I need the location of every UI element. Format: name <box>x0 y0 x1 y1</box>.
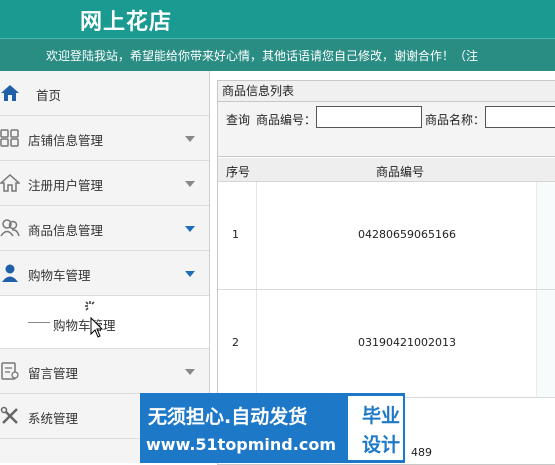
chevron-down-icon <box>185 136 195 142</box>
row-index: 1 <box>232 228 239 241</box>
app-header: 网上花店 <box>0 0 555 38</box>
watermark-url: www.51topmind.com <box>146 435 336 454</box>
sidebar-item-label: 商品信息管理 <box>28 223 104 238</box>
row-index-cell: 2 <box>218 290 256 397</box>
row-code: 04280659065166 <box>358 228 456 241</box>
tools-icon <box>0 406 18 424</box>
house-icon <box>0 173 20 192</box>
notice-bar: 欢迎登陆我站，希望能给你带来好心情，其他话语请您自己修改，谢谢合作！（注 <box>0 38 555 71</box>
sidebar-item-users[interactable]: 注册用户管理 <box>0 161 209 206</box>
sidebar-item-label: 店铺信息管理 <box>28 133 104 148</box>
table-header: 序号 商品编号 <box>218 158 555 182</box>
chevron-down-icon <box>185 226 195 232</box>
product-code-input[interactable] <box>316 106 422 128</box>
search-bar: 查询 商品编号： 商品名称： <box>218 102 555 157</box>
row-extra-cell <box>536 182 555 289</box>
product-table: 序号 商品编号 1 04280659065166 2 0319042100201… <box>218 158 555 398</box>
sidebar-item-label: 留言管理 <box>28 366 79 381</box>
partial-row-code: 489 <box>411 446 432 459</box>
chevron-down-icon <box>185 181 195 187</box>
home-icon <box>1 85 19 101</box>
users-icon <box>0 219 20 237</box>
message-icon <box>1 362 19 380</box>
column-divider <box>256 290 257 397</box>
product-name-input[interactable] <box>485 106 555 128</box>
sidebar-item-label: 注册用户管理 <box>28 178 104 193</box>
row-code: 03190421002013 <box>358 336 456 349</box>
notice-text: 欢迎登陆我站，希望能给你带来好心情，其他话语请您自己修改，谢谢合作！（注 <box>46 49 479 63</box>
row-index-cell: 1 <box>218 182 256 289</box>
tree-line <box>28 322 50 323</box>
column-header-index: 序号 <box>226 165 251 179</box>
sidebar-item-label: 系统管理 <box>28 411 79 426</box>
row-index: 2 <box>232 336 239 349</box>
table-row[interactable]: 1 04280659065166 <box>218 182 555 290</box>
sidebar-item-cart[interactable]: 购物车管理 <box>0 251 209 296</box>
watermark-line1: 无须担心.自动发货 <box>148 406 308 428</box>
panel-title: 商品信息列表 <box>218 81 555 102</box>
watermark-banner: 无须担心.自动发货 www.51topmind.com 毕业 设计 <box>140 393 405 463</box>
sidebar-item-messages[interactable]: 留言管理 <box>0 349 209 394</box>
table-row[interactable]: 2 03190421002013 <box>218 290 555 398</box>
product-name-label: 商品名称： <box>425 113 486 127</box>
user-icon <box>2 264 18 282</box>
watermark-badge-line1: 毕业 <box>362 405 401 427</box>
sidebar-item-label: 购物车管理 <box>28 268 91 283</box>
chevron-down-icon <box>185 271 195 277</box>
sidebar-item-products[interactable]: 商品信息管理 <box>0 206 209 251</box>
grid-icon <box>0 129 19 147</box>
watermark-badge: 毕业 设计 <box>348 396 403 460</box>
search-label: 查询 <box>226 113 251 127</box>
product-code-label: 商品编号： <box>256 113 317 127</box>
sidebar-item-home[interactable]: 首页 <box>0 71 209 116</box>
busy-cursor-icon <box>85 301 104 338</box>
column-header-code: 商品编号 <box>376 165 425 179</box>
sidebar-item-store-info[interactable]: 店铺信息管理 <box>0 116 209 161</box>
watermark-badge-line2: 设计 <box>362 434 401 456</box>
chevron-down-icon <box>185 369 195 375</box>
column-divider <box>256 182 257 289</box>
row-extra-cell <box>536 290 555 397</box>
sidebar-item-label: 首页 <box>36 88 62 103</box>
site-title: 网上花店 <box>80 10 173 35</box>
